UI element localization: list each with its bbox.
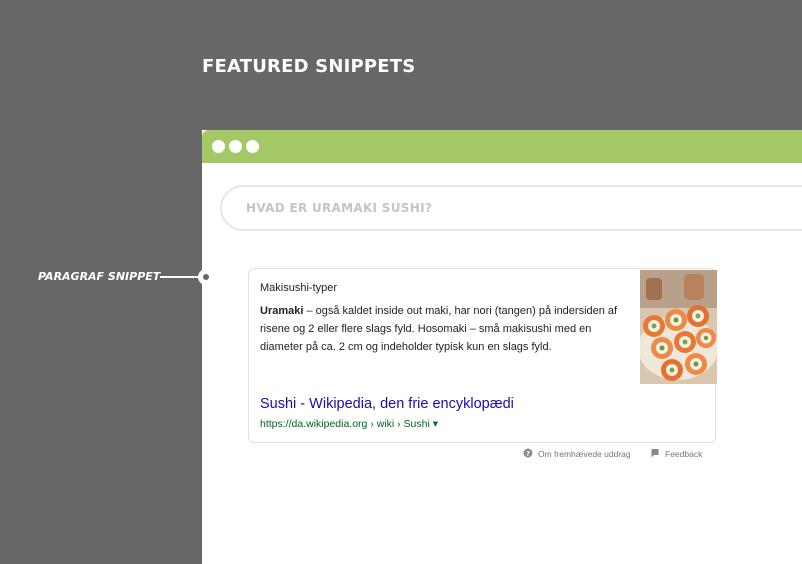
url-dropdown-icon[interactable]: ▾: [433, 418, 438, 430]
browser-titlebar: [202, 130, 802, 163]
snippet-body-text: – også kaldet inside out maki, har nori …: [260, 305, 618, 353]
feedback-flag-icon: [650, 448, 660, 460]
featured-snippet-card: Makisushi-typer Uramaki – også kaldet in…: [248, 268, 717, 443]
window-dot-icon: [212, 140, 225, 153]
snippet-url-text: https://da.wikipedia.org › wiki › Sushi: [260, 418, 430, 430]
snippet-bold-term: Uramaki: [260, 305, 304, 317]
snippet-paragraph: Uramaki – også kaldet inside out maki, h…: [260, 302, 630, 356]
help-icon: ?: [523, 448, 533, 460]
svg-text:?: ?: [526, 450, 530, 458]
search-query: HVAD ER URAMAKI SUSHI?: [246, 201, 433, 215]
feedback-link[interactable]: Feedback: [650, 448, 702, 460]
sushi-image[interactable]: [640, 270, 717, 384]
annotation-connector-line: [160, 276, 200, 278]
sushi-photo-illustration: [640, 270, 717, 384]
feedback-label: Feedback: [665, 449, 703, 459]
about-featured-snippets-label: Om fremhævede uddrag: [538, 449, 631, 459]
window-dot-icon: [246, 140, 259, 153]
snippet-url[interactable]: https://da.wikipedia.org › wiki › Sushi …: [260, 418, 438, 430]
snippet-result-link[interactable]: Sushi - Wikipedia, den frie encyklopædi: [260, 396, 514, 412]
window-dot-icon: [229, 140, 242, 153]
page-title: FEATURED SNIPPETS: [202, 56, 416, 77]
annotation-label: PARAGRAF SNIPPET: [38, 270, 161, 283]
snippet-heading: Makisushi-typer: [260, 282, 338, 294]
about-featured-snippets-link[interactable]: ? Om fremhævede uddrag: [523, 448, 631, 460]
annotation-pointer-icon: [198, 269, 214, 285]
search-bar[interactable]: HVAD ER URAMAKI SUSHI?: [220, 185, 802, 231]
